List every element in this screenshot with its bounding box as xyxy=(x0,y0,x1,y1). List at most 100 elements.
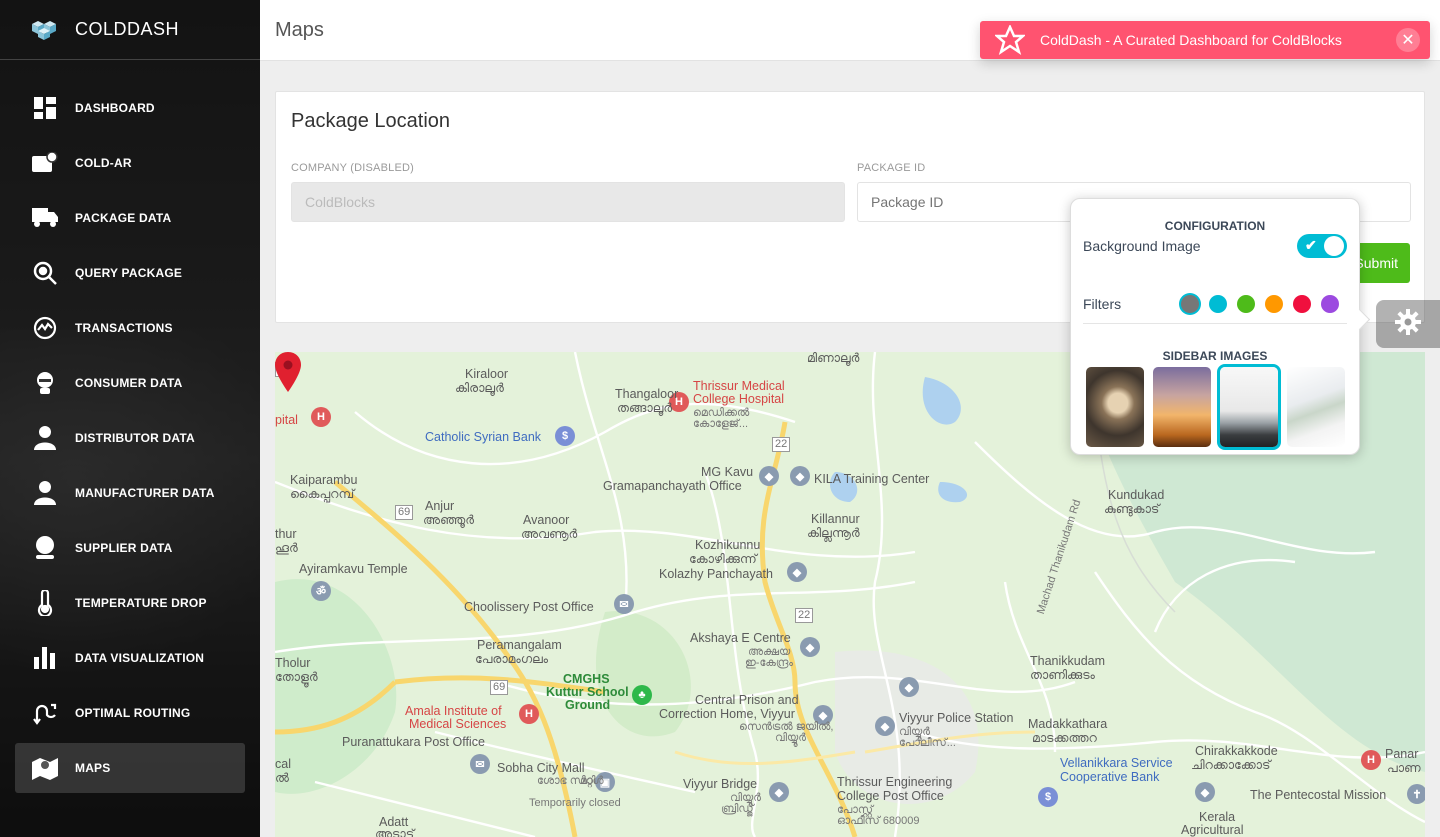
dashboard-icon xyxy=(32,95,58,121)
map-place-label: Gramapanchayath Office xyxy=(603,479,742,493)
post-office-pin-icon[interactable]: ✉ xyxy=(470,754,490,774)
location-marker-icon[interactable] xyxy=(275,352,301,392)
sidebar-image-desk[interactable] xyxy=(1287,367,1345,447)
landmark-pin-icon[interactable]: ◆ xyxy=(1195,782,1215,802)
filter-swatch-purple[interactable] xyxy=(1321,295,1339,313)
map-place-label: Medical Sciences xyxy=(409,717,507,731)
landmark-pin-icon[interactable]: ◆ xyxy=(790,466,810,486)
post-office-pin-icon[interactable]: ✉ xyxy=(614,594,634,614)
sidebar-item-transactions[interactable]: TRANSACTIONS xyxy=(15,303,245,353)
sidebar-item-label: DASHBOARD xyxy=(75,101,155,115)
map-place-label: കില്ലന്നൂർ xyxy=(807,526,860,540)
filter-swatch-cyan[interactable] xyxy=(1209,295,1227,313)
bar-chart-icon xyxy=(32,645,58,671)
map-place-label: Kaiparambu xyxy=(290,473,358,487)
hospital-pin-icon[interactable]: H xyxy=(311,407,331,427)
sidebar-item-manufacturer-data[interactable]: MANUFACTURER DATA xyxy=(15,468,245,518)
park-pin-icon[interactable]: ♣ xyxy=(632,685,652,705)
sidebar-image-portrait[interactable] xyxy=(1086,367,1144,447)
company-label: COMPANY (DISABLED) xyxy=(291,162,414,174)
filter-swatch-gray[interactable] xyxy=(1181,295,1199,313)
filter-swatch-orange[interactable] xyxy=(1265,295,1283,313)
sidebar-item-label: MANUFACTURER DATA xyxy=(75,486,215,500)
hospital-pin-icon[interactable]: H xyxy=(519,704,539,724)
sidebar-item-label: TEMPERATURE DROP xyxy=(75,596,207,610)
temple-pin-icon[interactable]: ॐ xyxy=(311,581,331,601)
map-place-label: Agricultural xyxy=(1181,823,1244,837)
map-place-label: വിയ്യൂർ xyxy=(775,732,806,744)
sidebar-item-query-package[interactable]: QUERY PACKAGE xyxy=(15,248,245,298)
map-place-label: Puranattukara Post Office xyxy=(342,735,485,749)
configuration-header: CONFIGURATION xyxy=(1164,219,1266,233)
sidebar-item-maps[interactable]: MAPS xyxy=(15,743,245,793)
map-place-label: കോളേജ്... xyxy=(693,418,749,430)
map-place-label: Viyyur Police Station xyxy=(899,711,1014,725)
map-place-label: College Post Office xyxy=(837,789,944,803)
sidebar-item-label: DATA VISUALIZATION xyxy=(75,651,205,665)
map-place-label: Kozhikunnu xyxy=(695,538,761,552)
map-place-label: Ground xyxy=(565,698,611,712)
brand[interactable]: COLDDASH xyxy=(0,0,260,60)
filter-swatch-green[interactable] xyxy=(1237,295,1255,313)
map-place-label: Choolissery Post Office xyxy=(464,600,594,614)
map-place-label: Cooperative Bank xyxy=(1060,770,1160,784)
thermometer-icon xyxy=(32,590,58,616)
sidebar-item-temperature-drop[interactable]: TEMPERATURE DROP xyxy=(15,578,245,628)
map-place-label: The Pentecostal Mission xyxy=(1250,788,1387,802)
background-image-toggle[interactable]: ✔ xyxy=(1297,234,1347,258)
map-place-label: Avanoor xyxy=(523,513,570,527)
brand-name: COLDDASH xyxy=(75,19,180,39)
map-place-label: പാണ xyxy=(1387,761,1421,775)
sidebar: COLDDASH DASHBOARD COLD-AR PACKAGE DATA … xyxy=(0,0,260,837)
query-icon xyxy=(32,260,58,286)
close-icon[interactable]: ✕ xyxy=(1396,28,1420,52)
sidebar-item-label: QUERY PACKAGE xyxy=(75,266,183,280)
sidebar-item-label: DISTRIBUTOR DATA xyxy=(75,431,195,445)
sidebar-item-data-visualization[interactable]: DATA VISUALIZATION xyxy=(15,633,245,683)
landmark-pin-icon[interactable]: ◆ xyxy=(800,637,820,657)
sidebar-item-consumer-data[interactable]: CONSUMER DATA xyxy=(15,358,245,408)
landmark-pin-icon[interactable]: ◆ xyxy=(899,677,919,697)
card-title: Package Location xyxy=(291,110,451,132)
map-place-label: പോലീസ്... xyxy=(899,737,956,749)
map-place-label: Thrissur Engineering xyxy=(837,775,953,789)
sidebar-item-label: TRANSACTIONS xyxy=(75,321,173,335)
sidebar-images-header: SIDEBAR IMAGES xyxy=(1162,349,1268,363)
landmark-pin-icon[interactable]: ◆ xyxy=(769,782,789,802)
map-place-label: pital xyxy=(275,413,298,427)
sidebar-item-optimal-routing[interactable]: OPTIMAL ROUTING xyxy=(15,688,245,738)
landmark-pin-icon[interactable]: ◆ xyxy=(759,466,779,486)
sidebar-image-mountain[interactable] xyxy=(1220,367,1278,447)
truck-icon xyxy=(32,205,58,231)
map-place-label: Thangaloor xyxy=(615,387,679,401)
sidebar-item-cold-ar[interactable]: COLD-AR xyxy=(15,138,245,188)
map-place-label: Panar xyxy=(1385,747,1419,761)
map-place-label: cal xyxy=(275,757,291,771)
filter-swatch-red[interactable] xyxy=(1293,295,1311,313)
toggle-knob xyxy=(1324,236,1344,256)
church-pin-icon[interactable]: ✝ xyxy=(1407,784,1425,804)
map-place-label: ഇ-കേന്ദ്രം xyxy=(745,657,793,669)
settings-toggle[interactable] xyxy=(1376,300,1440,348)
sidebar-item-package-data[interactable]: PACKAGE DATA xyxy=(15,193,245,243)
hospital-pin-icon[interactable]: H xyxy=(1361,750,1381,770)
sidebar-item-supplier-data[interactable]: SUPPLIER DATA xyxy=(15,523,245,573)
map-place-label: മിണാലൂർ xyxy=(807,352,860,365)
landmark-pin-icon[interactable]: ◆ xyxy=(787,562,807,582)
sidebar-item-label: PACKAGE DATA xyxy=(75,211,172,225)
sidebar-item-dashboard[interactable]: DASHBOARD xyxy=(15,83,245,133)
sidebar-item-distributor-data[interactable]: DISTRIBUTOR DATA xyxy=(15,413,245,463)
sidebar-item-label: COLD-AR xyxy=(75,156,132,170)
landmark-pin-icon[interactable]: ◆ xyxy=(875,716,895,736)
bank-pin-icon[interactable]: $ xyxy=(1038,787,1058,807)
map-place-label: Vellanikkara Service xyxy=(1060,756,1173,770)
map-place-label: ഓഫീസ് 680009 xyxy=(837,815,920,827)
map-place-label: ഹൂർ xyxy=(275,541,298,555)
map-place-label: കൈപ്പറമ്പ് xyxy=(290,487,355,501)
sidebar-image-options xyxy=(1086,367,1354,447)
sidebar-image-balloons[interactable] xyxy=(1153,367,1211,447)
map-place-label: Kolazhy Panchayath xyxy=(659,567,773,581)
sidebar-item-label: SUPPLIER DATA xyxy=(75,541,173,555)
bank-pin-icon[interactable]: $ xyxy=(555,426,575,446)
background-image-label: Background Image xyxy=(1083,238,1201,254)
